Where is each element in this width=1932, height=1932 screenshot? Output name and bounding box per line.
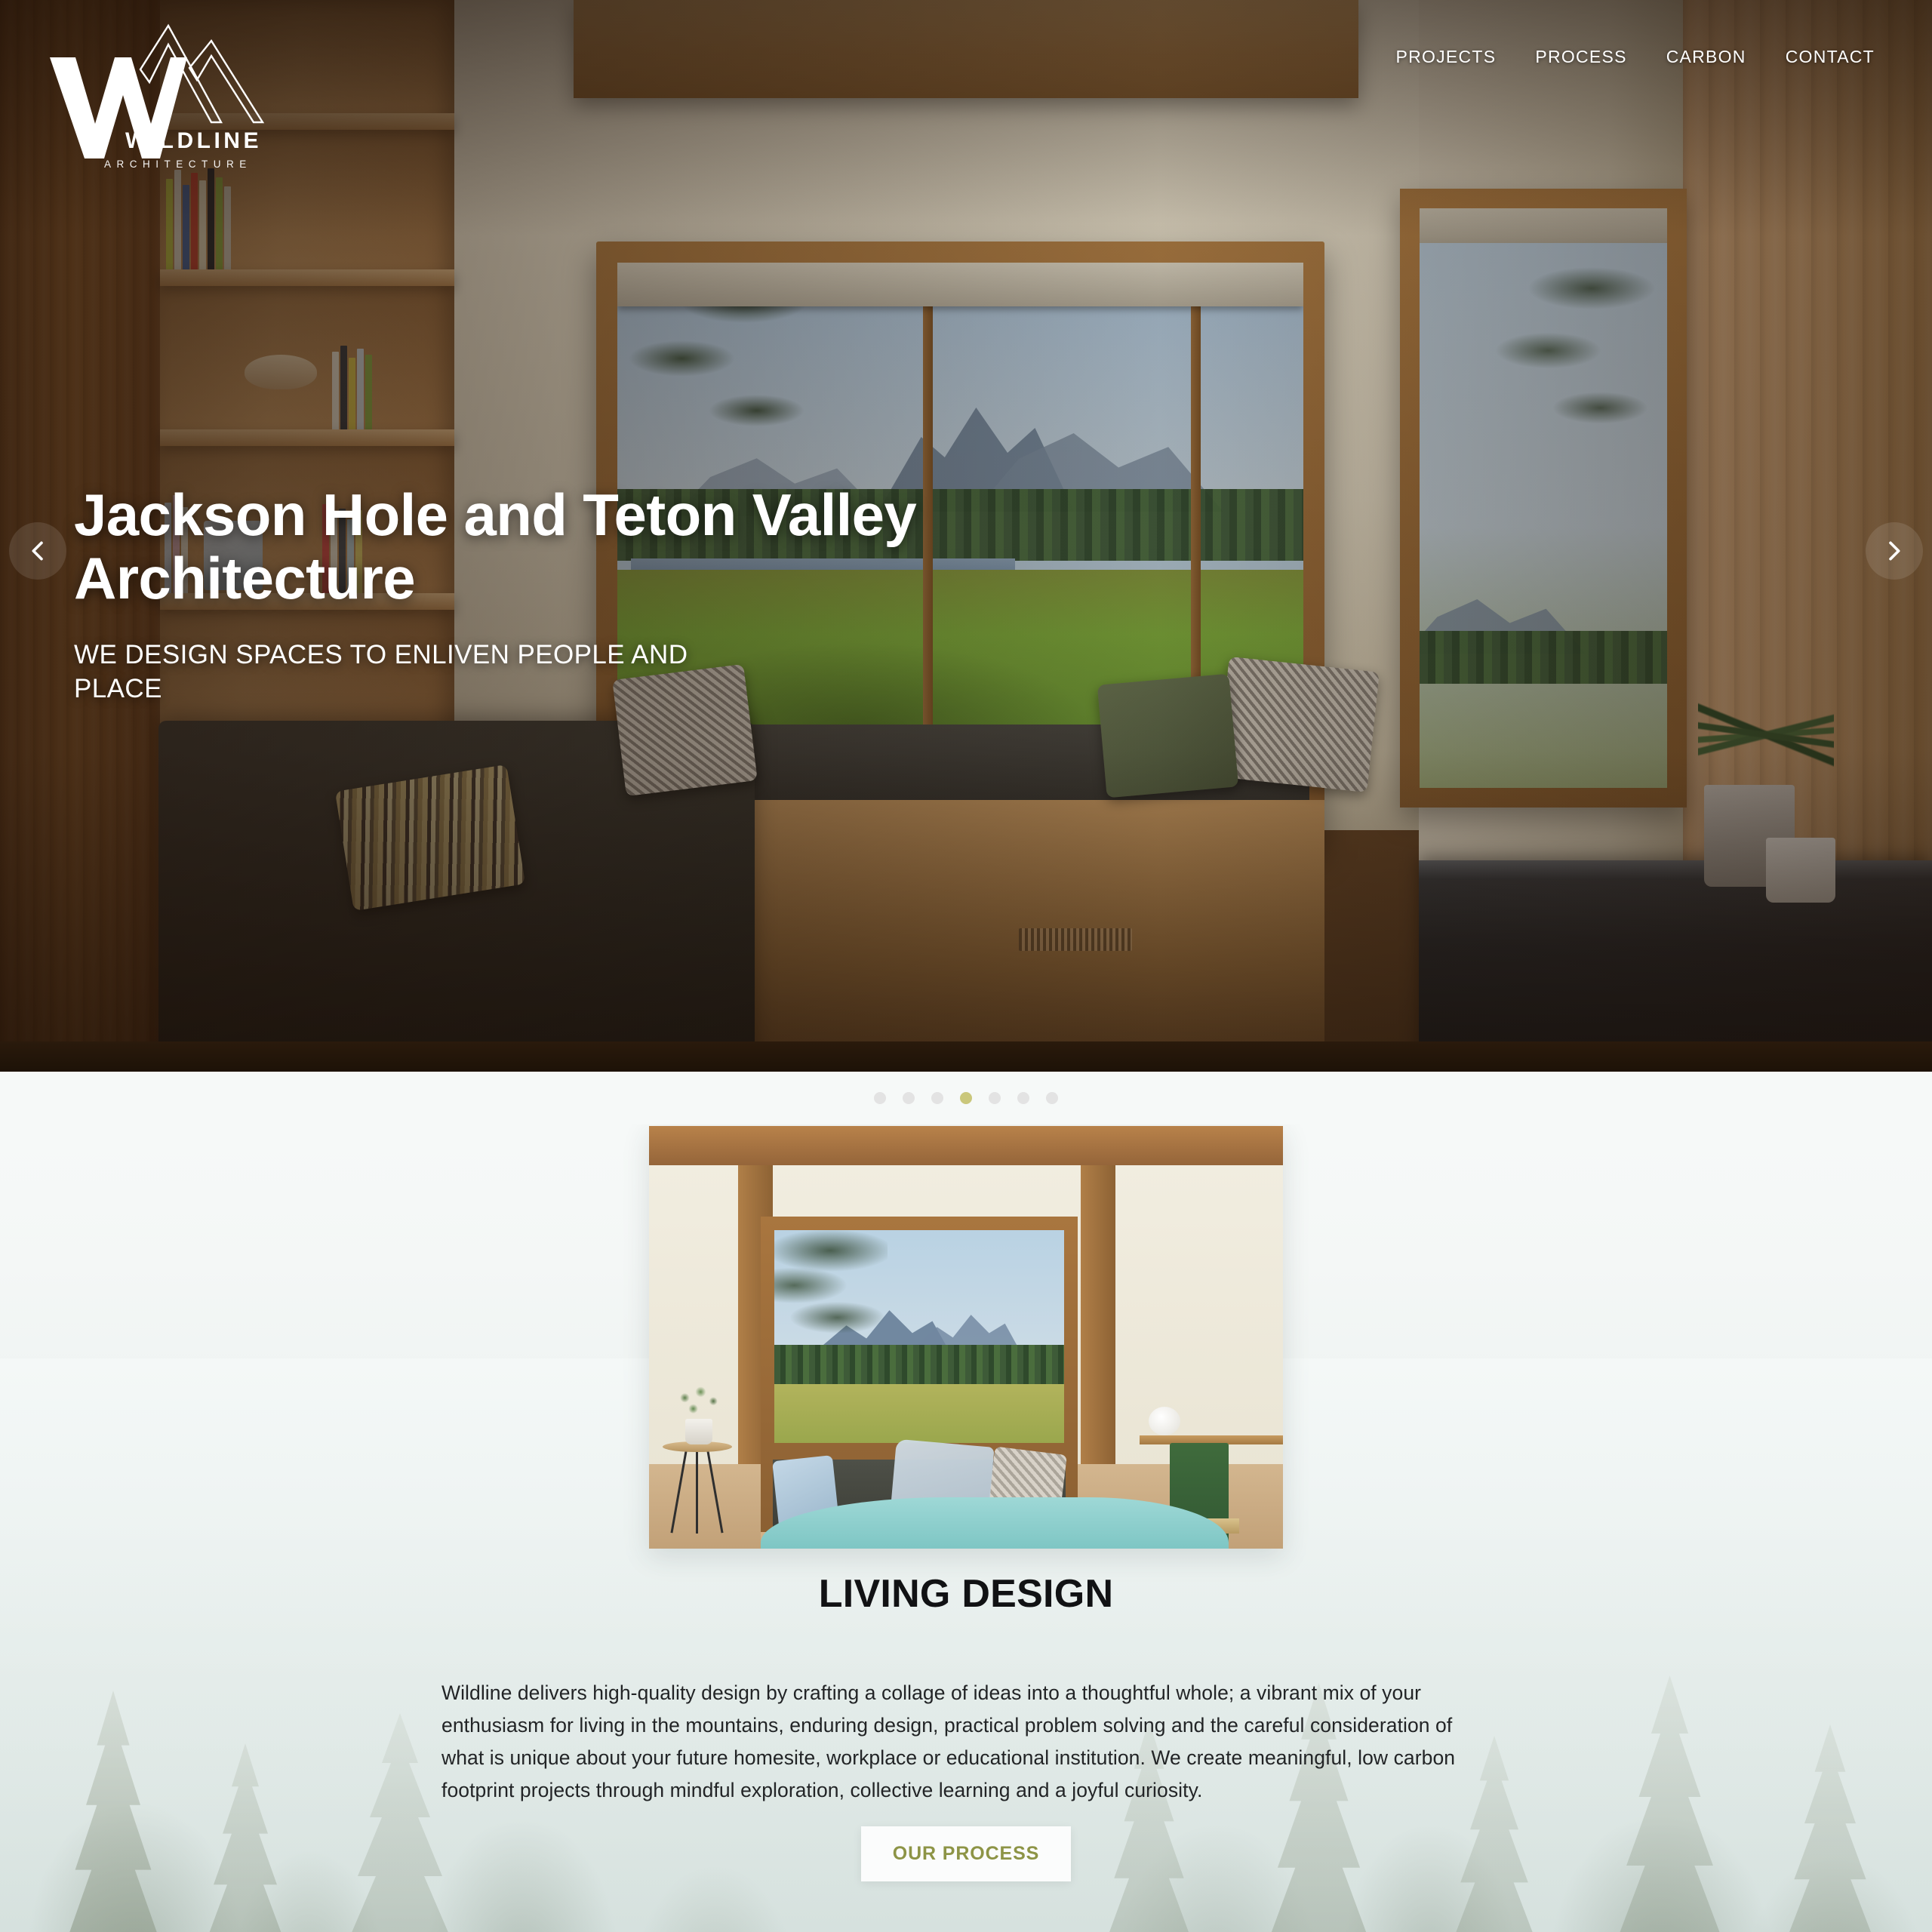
carousel-dot-6[interactable] xyxy=(1017,1092,1029,1104)
our-process-button[interactable]: OUR PROCESS xyxy=(860,1826,1072,1881)
hero-subtitle: WE DESIGN SPACES TO ENLIVEN PEOPLE AND P… xyxy=(74,640,688,704)
carousel-next-button[interactable] xyxy=(1866,522,1923,580)
living-design-section: LIVING DESIGN Wildline delivers high-qua… xyxy=(0,1072,1932,1932)
carousel-dot-5[interactable] xyxy=(989,1092,1001,1104)
carousel-dot-1[interactable] xyxy=(874,1092,886,1104)
section-heading: LIVING DESIGN xyxy=(818,1572,1114,1616)
living-design-image xyxy=(649,1126,1283,1549)
nav-item-contact[interactable]: CONTACT xyxy=(1786,47,1875,67)
logo-tagline: ARCHITECTURE xyxy=(104,158,252,170)
chevron-left-icon xyxy=(32,541,43,561)
carousel-dots xyxy=(0,1072,1932,1124)
hero-copy: Jackson Hole and Teton Valley Architectu… xyxy=(74,483,919,706)
nav-item-carbon[interactable]: CARBON xyxy=(1666,47,1746,67)
site-logo[interactable]: WILDLINE ARCHITECTURE xyxy=(36,11,308,199)
carousel-dot-4[interactable] xyxy=(960,1092,972,1104)
main-navigation: PROJECTS PROCESS CARBON CONTACT xyxy=(1396,47,1875,67)
hero-bottom-band xyxy=(0,1041,1932,1072)
nav-item-projects[interactable]: PROJECTS xyxy=(1396,47,1497,67)
carousel-dot-3[interactable] xyxy=(931,1092,943,1104)
hero-title: Jackson Hole and Teton Valley Architectu… xyxy=(74,481,917,612)
hero-section: WILDLINE ARCHITECTURE PROJECTS PROCESS C… xyxy=(0,0,1932,1072)
carousel-prev-button[interactable] xyxy=(9,522,66,580)
section-body-text: Wildline delivers high-quality design by… xyxy=(441,1681,1456,1801)
carousel-dot-2[interactable] xyxy=(903,1092,915,1104)
logo-wordmark: WILDLINE xyxy=(125,128,262,153)
chevron-right-icon xyxy=(1889,541,1900,561)
nav-item-process[interactable]: PROCESS xyxy=(1535,47,1626,67)
carousel-dot-7[interactable] xyxy=(1046,1092,1058,1104)
